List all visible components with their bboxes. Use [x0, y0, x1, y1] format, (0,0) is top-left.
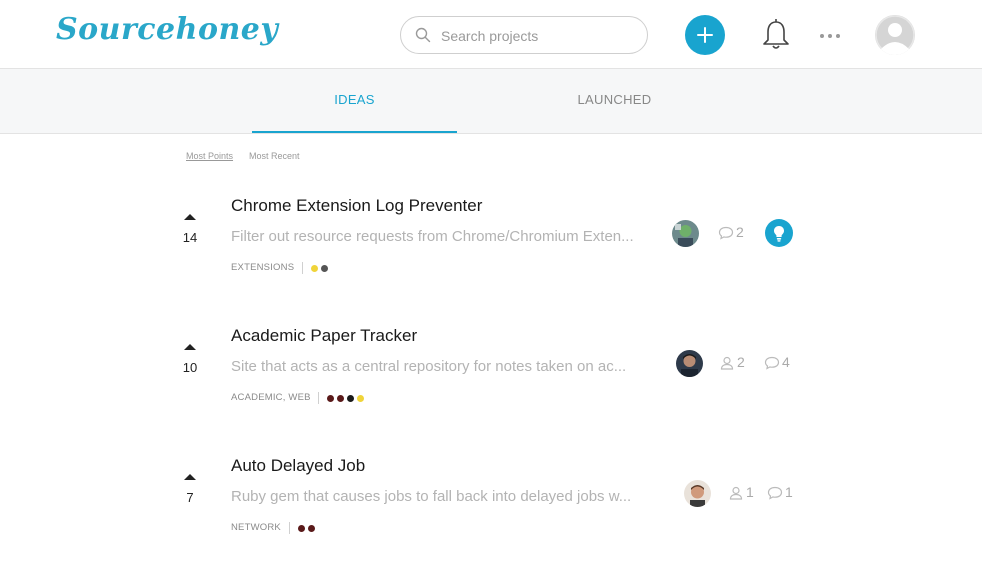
tag-separator [302, 262, 303, 274]
person-icon [720, 356, 734, 370]
project-title[interactable]: Academic Paper Tracker [231, 326, 417, 346]
vote-count: 14 [182, 230, 198, 245]
avatar-photo-icon [676, 350, 703, 377]
member-avatar[interactable] [672, 220, 699, 247]
project-description: Ruby gem that causes jobs to fall back i… [231, 488, 632, 505]
project-description: Site that acts as a central repository f… [231, 358, 627, 375]
add-project-button[interactable] [685, 15, 725, 55]
search-input[interactable] [439, 25, 639, 47]
sort-most-recent[interactable]: Most Recent [249, 151, 300, 161]
user-silhouette-icon [875, 15, 915, 55]
tag-color-dot [327, 395, 334, 402]
sort-most-points[interactable]: Most Points [186, 151, 233, 161]
avatar-photo-icon [684, 480, 711, 507]
bell-icon [763, 19, 789, 49]
tag-color-dot [298, 525, 305, 532]
upvote-arrow-icon[interactable] [184, 344, 196, 350]
member-avatar[interactable] [684, 480, 711, 507]
user-avatar[interactable] [875, 15, 915, 55]
tag-color-dot [357, 395, 364, 402]
more-menu-button[interactable] [818, 24, 842, 53]
project-tags[interactable]: NETWORK [231, 522, 281, 533]
tag-separator [289, 522, 290, 534]
tab-bar: IDEAS LAUNCHED [0, 69, 982, 134]
tab-launched-label: LAUNCHED [577, 92, 652, 107]
lightbulb-icon [774, 226, 784, 242]
idea-badge[interactable] [765, 219, 793, 247]
project-tags[interactable]: EXTENSIONS [231, 262, 294, 273]
project-title[interactable]: Auto Delayed Job [231, 456, 365, 476]
comment-count-value: 1 [785, 484, 793, 500]
active-tab-indicator [252, 131, 457, 133]
vote-count: 10 [182, 360, 198, 375]
comment-count-value: 4 [782, 354, 790, 370]
comment-count: 1 [767, 484, 799, 502]
tab-ideas[interactable]: IDEAS [252, 69, 457, 133]
member-count: 1 [728, 484, 758, 502]
member-count: 2 [719, 354, 749, 372]
project-row[interactable]: 14 Chrome Extension Log Preventer Filter… [0, 190, 982, 290]
tag-color-dot [311, 265, 318, 272]
search-box[interactable] [400, 16, 648, 54]
comment-bubble-icon [767, 486, 783, 500]
logo[interactable]: Sourcehoney [56, 12, 278, 47]
plus-icon [697, 27, 713, 43]
project-row[interactable]: 10 Academic Paper Tracker Site that acts… [0, 320, 982, 420]
member-count-value: 2 [737, 354, 745, 370]
comment-bubble-icon [718, 226, 734, 240]
tag-color-dot [337, 395, 344, 402]
comment-bubble-icon [764, 356, 780, 370]
avatar-photo-icon [672, 220, 699, 247]
upvote-arrow-icon[interactable] [184, 474, 196, 480]
project-row[interactable]: 7 Auto Delayed Job Ruby gem that causes … [0, 450, 982, 550]
tag-separator [318, 392, 319, 404]
notifications-button[interactable] [760, 18, 792, 57]
comment-count-value: 2 [736, 224, 744, 240]
tab-ideas-label: IDEAS [334, 92, 375, 107]
tag-color-dot [347, 395, 354, 402]
member-count-value: 1 [746, 484, 754, 500]
tag-color-dot [308, 525, 315, 532]
tag-color-dot [321, 265, 328, 272]
upvote-arrow-icon[interactable] [184, 214, 196, 220]
search-icon [415, 27, 431, 43]
member-avatar[interactable] [676, 350, 703, 377]
comment-count: 4 [764, 354, 796, 372]
project-tags[interactable]: ACADEMIC, WEB [231, 392, 311, 403]
tab-launched[interactable]: LAUNCHED [512, 69, 717, 133]
person-icon [729, 486, 743, 500]
top-header: Sourcehoney [0, 0, 982, 69]
comment-count: 2 [718, 224, 750, 242]
ellipsis-icon [820, 34, 840, 38]
project-title[interactable]: Chrome Extension Log Preventer [231, 196, 482, 216]
project-description: Filter out resource requests from Chrome… [231, 228, 634, 245]
vote-count: 7 [186, 490, 194, 505]
